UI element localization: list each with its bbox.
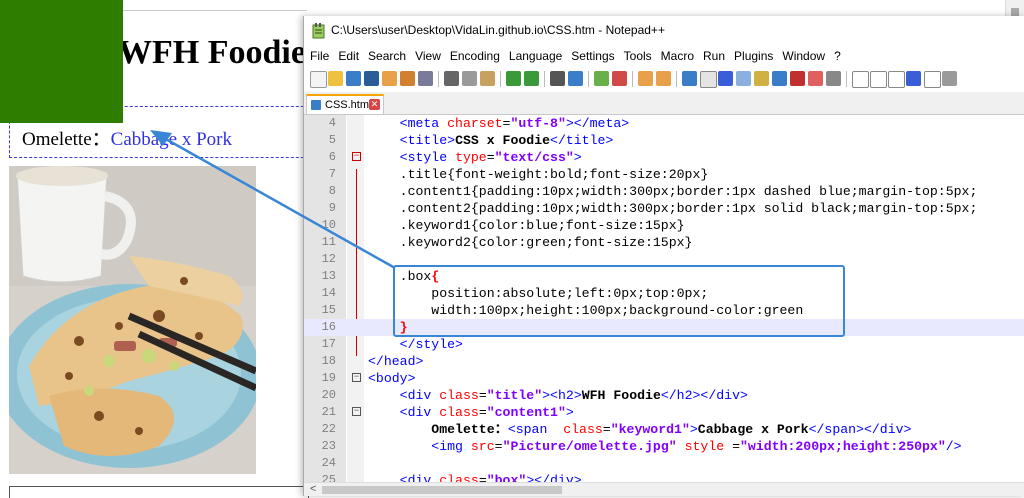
code-line: 20 <div class="title"><h2>WFH Foodie</h2… (321, 388, 748, 403)
fold-marker[interactable]: − (352, 407, 361, 416)
code-line: 24 (321, 456, 336, 470)
page-heading: WFH Foodie (118, 34, 306, 71)
zoom-out-icon[interactable] (612, 71, 627, 86)
box-rule-highlight (393, 265, 845, 337)
code-line: 7 .title{font-weight:bold;font-size:20px… (328, 167, 709, 182)
menu-help[interactable]: ? (831, 47, 844, 65)
menu-edit[interactable]: Edit (335, 47, 362, 65)
fold-marker[interactable]: − (352, 152, 361, 161)
notepad-icon (312, 23, 325, 39)
play-macro-icon[interactable] (888, 71, 905, 88)
paste-icon[interactable] (480, 71, 495, 86)
scroll-left-icon[interactable]: < (310, 483, 316, 495)
cut-icon[interactable] (444, 71, 459, 86)
window-title: C:\Users\user\Desktop\VidaLin.github.io\… (331, 23, 665, 37)
saved-file-icon (311, 100, 321, 110)
menu-bar: File Edit Search View Encoding Language Settin… (304, 47, 1024, 67)
print-icon[interactable] (418, 71, 433, 86)
menu-search[interactable]: Search (365, 47, 409, 65)
menu-plugins[interactable]: Plugins (731, 47, 776, 65)
menu-encoding[interactable]: Encoding (447, 47, 503, 65)
tab-css-htm[interactable]: CSS.htm ✕ (306, 94, 384, 114)
fold-marker[interactable]: − (352, 373, 361, 382)
menu-tools[interactable]: Tools (621, 47, 655, 65)
folder-workspace-icon[interactable] (790, 71, 805, 86)
notepad-window: C:\Users\user\Desktop\VidaLin.github.io\… (303, 16, 1024, 496)
green-box (0, 0, 123, 123)
tab-bar: CSS.htm ✕ (304, 92, 1024, 115)
find-icon[interactable] (550, 71, 565, 86)
toolbar (304, 68, 1024, 90)
menu-view[interactable]: View (412, 47, 444, 65)
menu-run[interactable]: Run (700, 47, 728, 65)
tab-label: CSS.htm (325, 99, 370, 111)
code-line: 11 .keyword2{color:green;font-size:15px} (321, 235, 693, 250)
extra-tool-icon[interactable] (942, 71, 957, 86)
code-line: 21− <div class="content1"> (321, 405, 574, 420)
content2-box-edge (9, 486, 309, 498)
menu-language[interactable]: Language (506, 47, 565, 65)
sync-h-icon[interactable] (656, 71, 671, 86)
menu-file[interactable]: File (307, 47, 332, 65)
code-line: 9 .content2{padding:10px;width:300px;bor… (328, 201, 978, 216)
code-line: 22 Omelette：<span class="keyword1">Cabba… (321, 422, 912, 437)
open-file-icon[interactable] (328, 71, 343, 86)
run-macro-multiple-icon[interactable] (906, 71, 921, 86)
horizontal-scrollbar[interactable]: < (304, 482, 1024, 496)
copy-icon[interactable] (462, 71, 477, 86)
close-all-icon[interactable] (400, 71, 415, 86)
monitoring-icon[interactable] (808, 71, 823, 86)
menu-window[interactable]: Window (779, 47, 828, 65)
code-line: 17 </style> (321, 337, 463, 352)
code-line: 6− <style type="text/css"> (328, 150, 582, 165)
code-line: 19− <body> (321, 371, 416, 386)
new-file-icon[interactable] (310, 71, 327, 88)
omelette-photo (9, 166, 256, 474)
eye-icon[interactable] (826, 71, 841, 86)
word-wrap-icon[interactable] (682, 71, 697, 86)
omelette-line: Omelette：Cabbage x Pork (22, 124, 232, 151)
function-list-icon[interactable] (772, 71, 787, 86)
redo-icon[interactable] (524, 71, 539, 86)
keyword1-text: Cabbage x Pork (110, 129, 233, 150)
code-line: 5 <title>CSS x Foodie</title> (328, 133, 614, 148)
menu-macro[interactable]: Macro (658, 47, 697, 65)
sync-v-icon[interactable] (638, 71, 653, 86)
code-line: 18 </head> (321, 354, 424, 369)
save-icon[interactable] (346, 71, 361, 86)
window-titlebar[interactable]: C:\Users\user\Desktop\VidaLin.github.io\… (304, 16, 1024, 46)
stop-macro-icon[interactable] (870, 71, 887, 88)
undo-icon[interactable] (506, 71, 521, 86)
code-line: 23 <img src="Picture/omelette.jpg" style… (321, 439, 962, 454)
save-all-icon[interactable] (364, 71, 379, 86)
code-line: 10 .keyword1{color:blue;font-size:15px} (321, 218, 685, 233)
doc-map-icon[interactable] (754, 71, 769, 86)
close-icon[interactable] (382, 71, 397, 86)
tab-close-icon[interactable]: ✕ (369, 99, 380, 110)
indent-guide-icon[interactable] (718, 71, 733, 86)
code-line: 8 .content1{padding:10px;width:300px;bor… (328, 184, 978, 199)
save-macro-icon[interactable] (924, 71, 941, 88)
replace-icon[interactable] (568, 71, 583, 86)
omelette-label: Omelette： (22, 129, 111, 150)
menu-settings[interactable]: Settings (568, 47, 617, 65)
omelette-photo-graphic (9, 166, 256, 474)
browser-divider (123, 10, 307, 11)
record-macro-icon[interactable] (852, 71, 869, 88)
show-all-chars-icon[interactable] (700, 71, 717, 88)
udl-icon[interactable] (736, 71, 751, 86)
zoom-in-icon[interactable] (594, 71, 609, 86)
scroll-thumb[interactable] (322, 486, 562, 494)
code-line: 4 <meta charset="utf-8"></meta> (328, 116, 630, 131)
